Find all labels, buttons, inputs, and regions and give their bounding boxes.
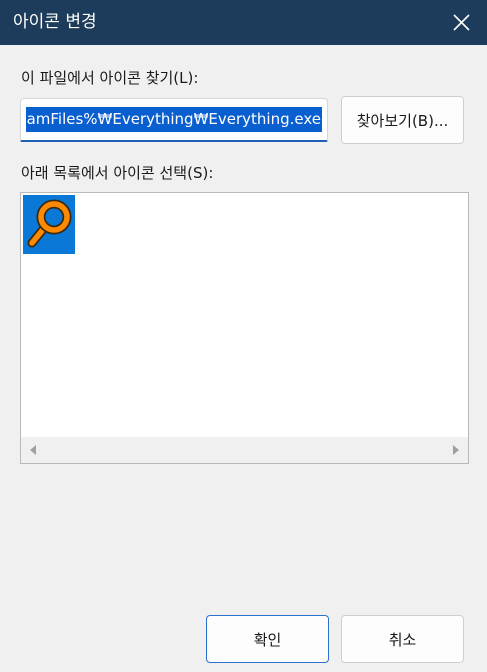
path-label: 이 파일에서 아이콘 찾기(L): [21, 69, 199, 87]
cancel-button[interactable]: 취소 [341, 615, 464, 663]
ok-button[interactable]: 확인 [206, 615, 329, 663]
change-icon-dialog: 아이콘 변경 이 파일에서 아이콘 찾기(L): amFiles%₩Everyt… [0, 0, 487, 672]
window-title: 아이콘 변경 [13, 12, 97, 32]
icon-list[interactable] [20, 192, 469, 464]
scroll-right-icon[interactable] [449, 444, 461, 456]
browse-button[interactable]: 찾아보기(B)... [341, 96, 464, 144]
close-icon [452, 14, 470, 31]
icon-file-path-input[interactable]: amFiles%₩Everything₩Everything.exe [20, 98, 328, 142]
scroll-left-icon[interactable] [28, 444, 40, 456]
path-input-value: amFiles%₩Everything₩Everything.exe [25, 107, 322, 132]
horizontal-scrollbar[interactable] [21, 437, 468, 463]
everything-magnifier-icon [27, 199, 72, 248]
icon-list-label: 아래 목록에서 아이콘 선택(S): [21, 164, 214, 182]
close-button[interactable] [435, 0, 487, 45]
icon-list-item[interactable] [23, 195, 75, 254]
title-bar[interactable]: 아이콘 변경 [0, 0, 487, 45]
